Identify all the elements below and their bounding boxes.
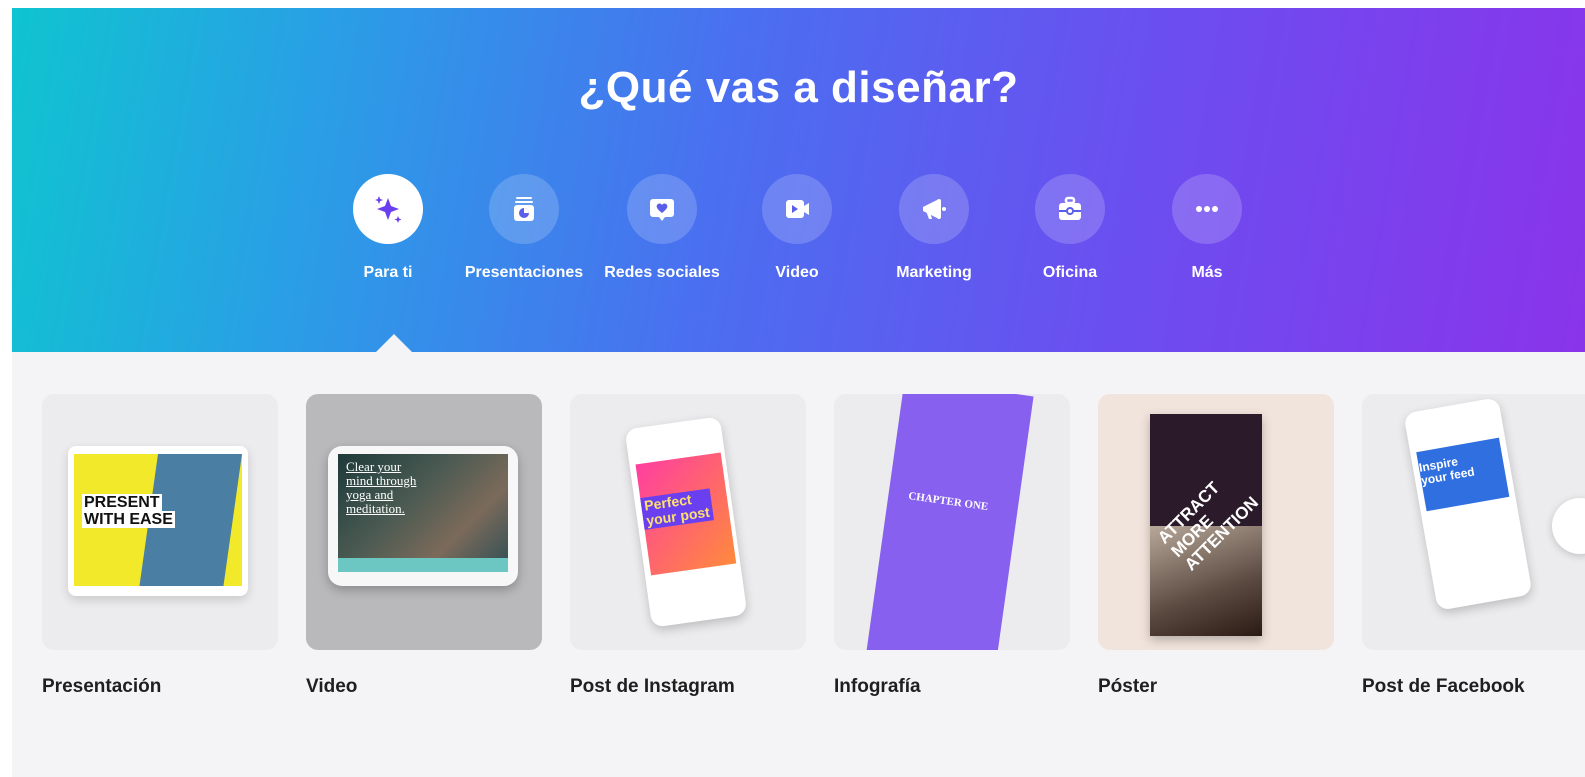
more-dots-icon (1192, 194, 1222, 224)
category-label: Video (775, 264, 819, 281)
phone-mockup: Inspire your feed (1403, 397, 1533, 611)
active-tab-pointer (376, 334, 412, 352)
category-icon-circle (1172, 174, 1242, 244)
category-label: Marketing (896, 264, 972, 281)
category-oficina[interactable]: Oficina (1010, 174, 1130, 282)
video-camera-icon (782, 194, 812, 224)
design-thumbnail: Perfect your post (570, 394, 806, 650)
category-icon-circle (899, 174, 969, 244)
page-title: ¿Qué vas a diseñar? (578, 63, 1019, 112)
presentation-icon (509, 194, 539, 224)
design-card-video[interactable]: Clear your mind through yoga and meditat… (306, 394, 542, 698)
design-thumbnail: ATTRACT MORE ATTENTION (1098, 394, 1334, 650)
design-card-presentacion[interactable]: PRESENT WITH EASE Presentación (42, 394, 278, 698)
thumb-text: PRESENT WITH EASE (82, 494, 175, 528)
category-icon-circle (1035, 174, 1105, 244)
design-card-poster[interactable]: ATTRACT MORE ATTENTION Póster (1098, 394, 1334, 698)
category-label: Para ti (363, 264, 413, 281)
poster-mockup: ATTRACT MORE ATTENTION (1150, 414, 1262, 636)
category-label: Oficina (1042, 264, 1098, 281)
design-card-label: Póster (1098, 676, 1158, 697)
category-mas[interactable]: Más (1147, 174, 1267, 282)
category-icon-circle (762, 174, 832, 244)
design-card-infografia[interactable]: CHAPTER ONE Infografía (834, 394, 1070, 698)
briefcase-icon (1055, 194, 1085, 224)
design-card-label: Presentación (42, 676, 162, 697)
category-marketing[interactable]: Marketing (874, 174, 994, 282)
page-frame: ¿Qué vas a diseñar? Para ti Presentacion… (12, 8, 1585, 777)
design-card-post-facebook[interactable]: Inspire your feed Post de Facebook (1362, 394, 1585, 698)
thumb-text: Clear your mind through yoga and meditat… (346, 459, 417, 516)
sparkle-icon (371, 192, 405, 226)
category-video[interactable]: Video (737, 174, 857, 282)
design-card-label: Infografía (834, 676, 921, 697)
category-redes-sociales[interactable]: Redes sociales (602, 174, 722, 282)
category-icon-circle (353, 174, 423, 244)
phone-mockup: Perfect your post (624, 416, 748, 628)
infographic-mockup: CHAPTER ONE (864, 394, 1034, 650)
category-presentaciones[interactable]: Presentaciones (464, 174, 584, 282)
category-icon-circle (627, 174, 697, 244)
design-thumbnail: CHAPTER ONE (834, 394, 1070, 650)
design-card-post-instagram[interactable]: Perfect your post Post de Instagram (570, 394, 806, 698)
design-card-label: Post de Instagram (570, 676, 735, 697)
category-label: Presentaciones (464, 264, 584, 281)
design-thumbnail: Clear your mind through yoga and meditat… (306, 394, 542, 650)
category-para-ti[interactable]: Para ti (328, 174, 448, 282)
category-label: Más (1191, 264, 1223, 281)
hero-banner: ¿Qué vas a diseñar? Para ti Presentacion… (12, 8, 1585, 352)
thumb-text: CHAPTER ONE (907, 490, 989, 514)
megaphone-icon (919, 194, 949, 224)
design-card-label: Post de Facebook (1362, 676, 1525, 697)
category-label: Redes sociales (604, 264, 720, 281)
category-icon-circle (489, 174, 559, 244)
design-thumbnail: PRESENT WITH EASE (42, 394, 278, 650)
heart-bubble-icon (647, 194, 677, 224)
laptop-mockup: PRESENT WITH EASE (68, 446, 248, 596)
design-card-label: Video (306, 676, 358, 697)
tablet-mockup: Clear your mind through yoga and meditat… (328, 446, 518, 586)
